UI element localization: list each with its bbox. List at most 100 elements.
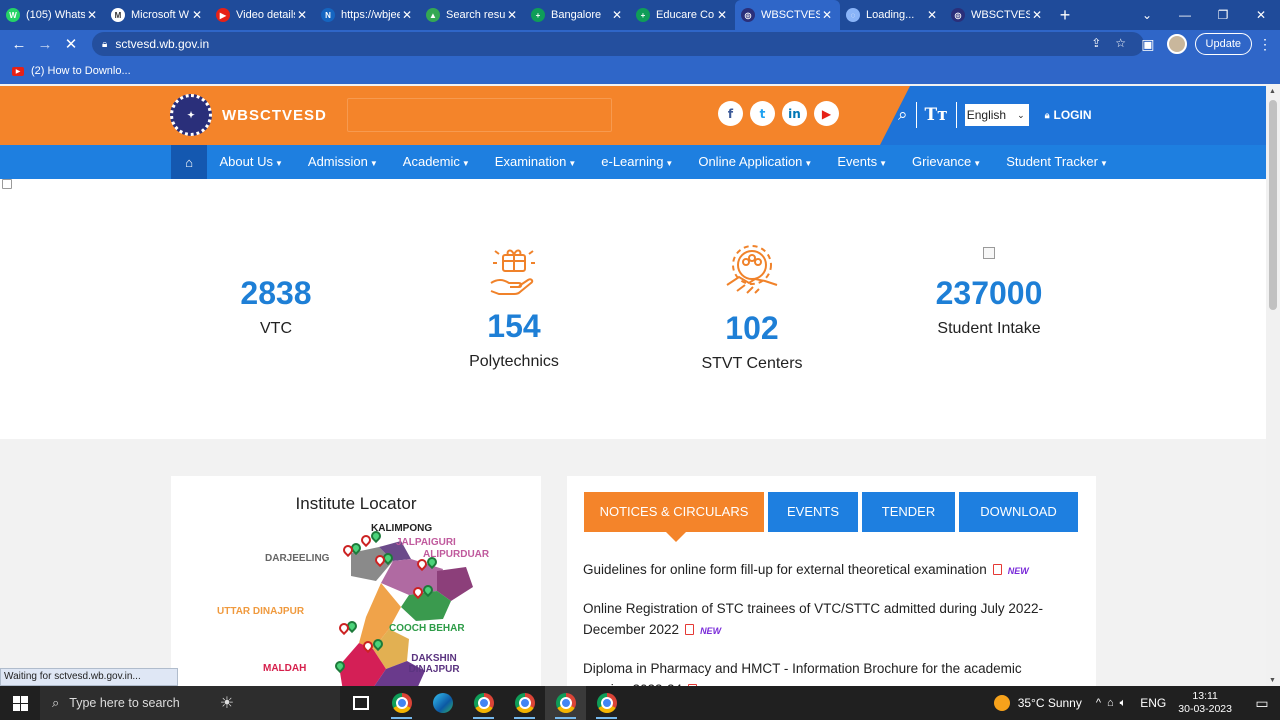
close-tab-icon[interactable]: ✕ xyxy=(505,8,519,22)
notice-item[interactable]: Guidelines for online form fill-up for e… xyxy=(583,559,1063,582)
close-tab-icon[interactable]: ✕ xyxy=(1030,8,1044,22)
maximize-button[interactable]: ❐ xyxy=(1204,0,1242,30)
linkedin-icon[interactable]: in xyxy=(782,101,807,126)
chrome-app[interactable] xyxy=(381,686,422,720)
nav-item-student-tracker[interactable]: Student Tracker ▼ xyxy=(994,145,1121,179)
close-tab-icon[interactable]: ✕ xyxy=(925,8,939,22)
task-view-button[interactable] xyxy=(340,686,381,720)
address-bar[interactable]: 🔒︎ sctvesd.wb.gov.in xyxy=(92,32,1144,56)
site-logo[interactable]: ✦ WBSCTVESD xyxy=(170,94,327,136)
update-button[interactable]: Update xyxy=(1194,33,1252,55)
chrome-icon xyxy=(514,693,535,713)
stat-stvt-centers: 102 STVT Centers xyxy=(672,243,832,373)
nav-item-grievance[interactable]: Grievance ▼ xyxy=(900,145,994,179)
header-search-box[interactable] xyxy=(347,98,612,132)
notice-item[interactable]: Diploma in Pharmacy and HMCT - Informati… xyxy=(583,658,1063,686)
tab-favicon-icon: + xyxy=(636,8,650,22)
nav-item-about-us[interactable]: About Us ▼ xyxy=(207,145,295,179)
tab-title: Microsoft W xyxy=(131,9,190,21)
tab-title: Bangalore xyxy=(551,9,602,21)
nav-item-examination[interactable]: Examination ▼ xyxy=(482,145,588,179)
nav-item-online-application[interactable]: Online Application ▼ xyxy=(686,145,825,179)
forward-button[interactable]: → xyxy=(32,36,58,53)
facebook-icon[interactable]: f xyxy=(718,101,743,126)
chrome-app[interactable] xyxy=(504,686,545,720)
browser-tab[interactable]: Nhttps://wbjee ✕ xyxy=(315,0,420,30)
browser-tab[interactable]: ▲ Search results✕ xyxy=(420,0,525,30)
stat-label: VTC xyxy=(260,320,292,337)
nav-item-events[interactable]: Events ▼ xyxy=(825,145,900,179)
close-tab-icon[interactable]: ✕ xyxy=(715,8,729,22)
nav-item-label: Student Tracker xyxy=(1006,154,1098,169)
text-size-icon[interactable]: Tт xyxy=(917,105,956,125)
nav-item-e-learning[interactable]: e-Learning ▼ xyxy=(589,145,686,179)
chrome-app-active[interactable] xyxy=(545,686,586,720)
browser-tab[interactable]: ◎ WBSCTVESD✕ xyxy=(945,0,1050,30)
browser-tab[interactable]: W (105) WhatsApp✕ xyxy=(0,0,105,30)
youtube-icon[interactable]: ▶ xyxy=(814,101,839,126)
notification-icon[interactable]: ▭ xyxy=(1244,695,1280,712)
close-tab-icon[interactable]: ✕ xyxy=(190,8,204,22)
tab-notices-circulars[interactable]: NOTICES & CIRCULARS xyxy=(584,492,764,542)
clock[interactable]: 13:11 30-03-2023 xyxy=(1178,690,1232,716)
tab-favicon-icon: N xyxy=(321,8,335,22)
tab-title: https://wbjee xyxy=(341,9,400,21)
search-placeholder: Type here to search xyxy=(69,696,180,710)
scroll-up-icon[interactable]: ▲ xyxy=(1269,88,1276,95)
share-and-bookmark-icons[interactable]: ⇪☆ xyxy=(1091,36,1140,50)
stat-value: 154 xyxy=(487,308,541,344)
pdf-icon[interactable] xyxy=(685,624,695,635)
chrome-app[interactable] xyxy=(463,686,504,720)
tab-title: WBSCTVESD xyxy=(761,9,820,21)
home-icon[interactable]: ⌂ xyxy=(171,145,207,179)
page-scrollbar[interactable]: ▲ ▼ xyxy=(1266,86,1280,686)
news-widget-icon[interactable]: ☀ xyxy=(220,693,234,713)
nav-item-admission[interactable]: Admission ▼ xyxy=(295,145,390,179)
login-link[interactable]: 🔒︎ LOGIN xyxy=(1045,108,1092,122)
tray-icons[interactable]: ^⌂🔈︎ xyxy=(1096,697,1132,710)
nav-item-academic[interactable]: Academic ▼ xyxy=(390,145,482,179)
browser-tab[interactable]: + Bangalore ✕ xyxy=(525,0,630,30)
browser-tab[interactable]: ▶ Video details ✕ xyxy=(210,0,315,30)
start-button[interactable] xyxy=(0,686,40,720)
windows-taskbar: ⌕ Type here to search ☀ 35°C Sunny ^⌂🔈︎ … xyxy=(0,686,1280,720)
close-tab-icon[interactable]: ✕ xyxy=(610,8,624,22)
chrome-app[interactable] xyxy=(586,686,627,720)
browser-tab[interactable]: + Educare Co ✕ xyxy=(630,0,735,30)
edge-app[interactable] xyxy=(422,686,463,720)
stop-loading-button[interactable]: ✕ xyxy=(58,35,84,53)
task-view-icon xyxy=(352,696,369,710)
tab-tender[interactable]: TENDER xyxy=(862,492,955,532)
taskbar-search[interactable]: ⌕ Type here to search ☀ xyxy=(40,686,340,720)
district-map[interactable]: KALIMPONG JALPAIGURI ALIPURDUAR DARJEELI… xyxy=(211,521,511,686)
browser-tab[interactable]: ◎ WBSCTVESD✕ xyxy=(735,0,840,30)
close-window-button[interactable]: ✕ xyxy=(1242,0,1280,30)
chrome-icon xyxy=(555,693,576,713)
close-tab-icon[interactable]: ✕ xyxy=(295,8,309,22)
profile-avatar[interactable] xyxy=(1166,34,1187,54)
stat-label: Polytechnics xyxy=(469,353,559,370)
browser-tab[interactable]: ◌ Loading... ✕ xyxy=(840,0,945,30)
pdf-icon[interactable] xyxy=(992,564,1002,575)
side-panel-icon[interactable]: ▣ xyxy=(1141,36,1154,53)
scroll-down-icon[interactable]: ▼ xyxy=(1269,677,1276,684)
weather-widget[interactable]: 35°C Sunny xyxy=(993,695,1082,711)
search-icon[interactable]: ⌕ xyxy=(890,105,916,125)
twitter-icon[interactable]: t xyxy=(750,101,775,126)
minimize-button[interactable]: — xyxy=(1166,0,1204,30)
tab-search-icon[interactable]: ⌄ xyxy=(1128,0,1166,30)
back-button[interactable]: ← xyxy=(6,36,32,53)
browser-tab[interactable]: M Microsoft W ✕ xyxy=(105,0,210,30)
close-tab-icon[interactable]: ✕ xyxy=(400,8,414,22)
language-indicator[interactable]: ENG xyxy=(1140,696,1166,710)
close-tab-icon[interactable]: ✕ xyxy=(820,8,834,22)
menu-icon[interactable]: ⋮ xyxy=(1258,36,1272,53)
close-tab-icon[interactable]: ✕ xyxy=(85,8,99,22)
scrollbar-thumb[interactable] xyxy=(1269,100,1277,310)
tab-download[interactable]: DOWNLOAD xyxy=(959,492,1078,532)
bookmark-item[interactable]: (2) How to Downlo... xyxy=(31,65,131,77)
tab-events[interactable]: EVENTS xyxy=(768,492,858,532)
new-tab-button[interactable]: + xyxy=(1050,5,1080,26)
notice-item[interactable]: Online Registration of STC trainees of V… xyxy=(583,598,1063,642)
language-select[interactable]: English ⌄ xyxy=(964,104,1029,126)
